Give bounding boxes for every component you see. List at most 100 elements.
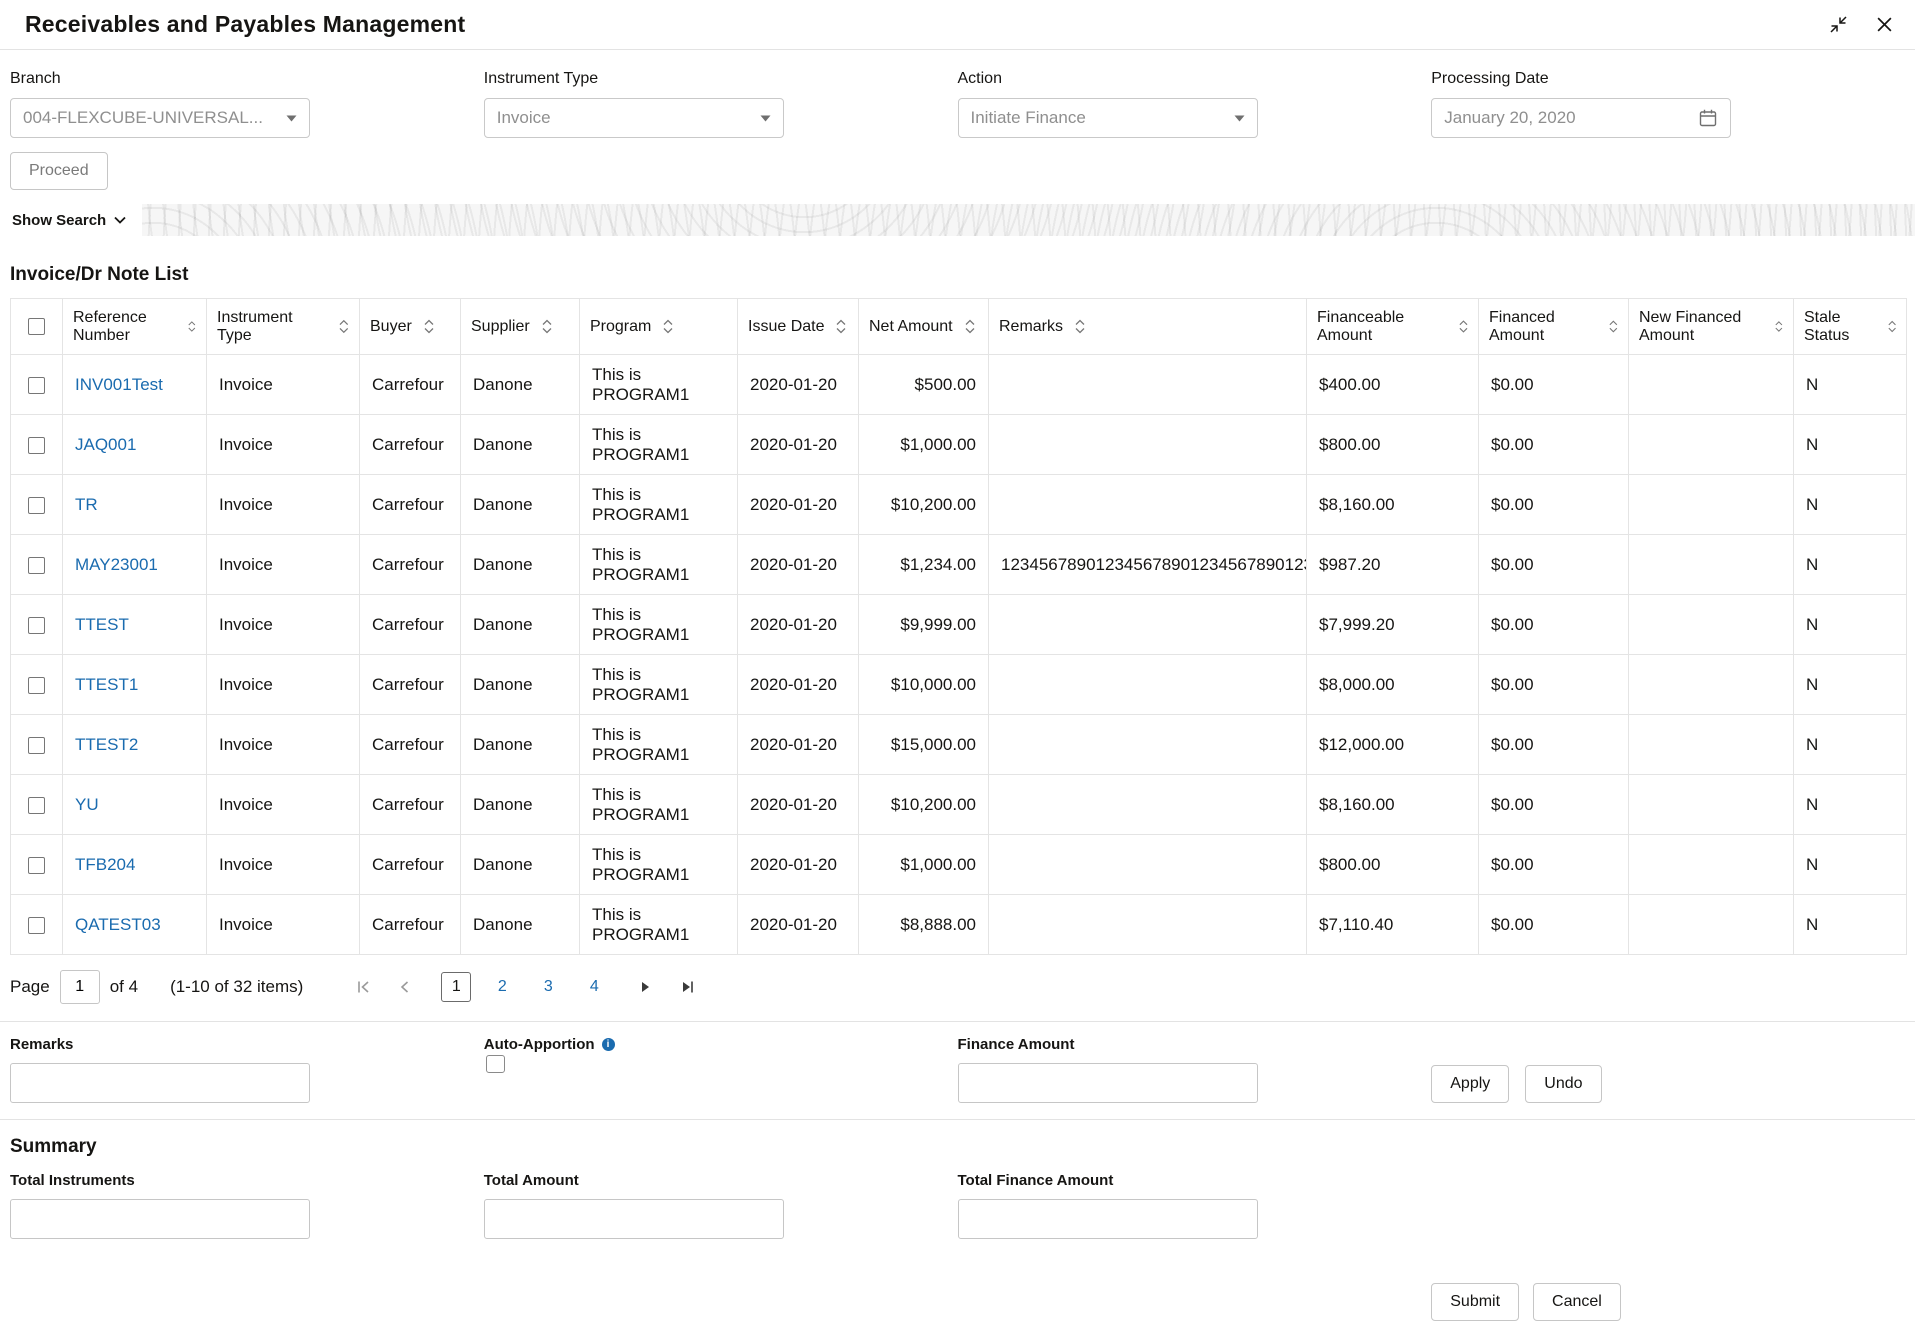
cell-new_financed_amount bbox=[1629, 715, 1794, 775]
sort-icon[interactable] bbox=[188, 319, 196, 334]
cell-buyer: Carrefour bbox=[360, 595, 461, 655]
page-button-4[interactable]: 4 bbox=[579, 972, 609, 1002]
sort-icon[interactable] bbox=[965, 319, 975, 334]
row-checkbox[interactable] bbox=[28, 797, 45, 814]
cell-net_amount: $8,888.00 bbox=[859, 895, 989, 955]
previous-page-icon[interactable] bbox=[393, 979, 417, 995]
row-checkbox[interactable] bbox=[28, 557, 45, 574]
row-checkbox[interactable] bbox=[28, 437, 45, 454]
row-checkbox[interactable] bbox=[28, 917, 45, 934]
column-header[interactable]: Remarks bbox=[989, 299, 1307, 355]
instrument-type-select[interactable]: Invoice bbox=[484, 98, 784, 138]
processing-date-input[interactable]: January 20, 2020 bbox=[1431, 98, 1731, 138]
reference-link[interactable]: TR bbox=[75, 495, 98, 514]
page-button-1[interactable]: 1 bbox=[441, 972, 471, 1002]
sort-icon[interactable] bbox=[663, 319, 673, 334]
row-checkbox[interactable] bbox=[28, 617, 45, 634]
row-checkbox[interactable] bbox=[28, 677, 45, 694]
reference-link[interactable]: JAQ001 bbox=[75, 435, 136, 454]
close-icon[interactable] bbox=[1876, 16, 1893, 33]
cell-net_amount: $1,000.00 bbox=[859, 835, 989, 895]
total-finance-amount-input[interactable] bbox=[958, 1199, 1258, 1239]
column-header[interactable]: Issue Date bbox=[738, 299, 859, 355]
column-header[interactable]: Reference Number bbox=[63, 299, 207, 355]
sort-icon[interactable] bbox=[542, 319, 552, 334]
cell-instrument_type: Invoice bbox=[207, 475, 360, 535]
reference-link[interactable]: INV001Test bbox=[75, 375, 163, 394]
calendar-icon[interactable] bbox=[1698, 108, 1718, 128]
reference-link[interactable]: QATEST03 bbox=[75, 915, 161, 934]
finance-amount-input[interactable] bbox=[958, 1063, 1258, 1103]
cell-instrument_type: Invoice bbox=[207, 655, 360, 715]
page-button-3[interactable]: 3 bbox=[533, 972, 563, 1002]
column-header[interactable]: New Financed Amount bbox=[1629, 299, 1794, 355]
apply-button[interactable]: Apply bbox=[1431, 1065, 1509, 1103]
row-checkbox[interactable] bbox=[28, 377, 45, 394]
column-header[interactable]: Financed Amount bbox=[1479, 299, 1629, 355]
reference-link[interactable]: MAY23001 bbox=[75, 555, 158, 574]
show-search-toggle[interactable]: Show Search bbox=[0, 204, 142, 236]
reference-link[interactable]: YU bbox=[75, 795, 99, 814]
next-page-icon[interactable] bbox=[633, 979, 657, 995]
column-header[interactable]: Net Amount bbox=[859, 299, 989, 355]
row-checkbox[interactable] bbox=[28, 857, 45, 874]
column-header[interactable]: Instrument Type bbox=[207, 299, 360, 355]
sort-icon[interactable] bbox=[424, 319, 434, 334]
cancel-button[interactable]: Cancel bbox=[1533, 1283, 1621, 1321]
page-number-input[interactable] bbox=[60, 970, 100, 1004]
sort-icon[interactable] bbox=[1888, 319, 1896, 334]
select-all-checkbox[interactable] bbox=[28, 318, 45, 335]
column-header[interactable]: Financeable Amount bbox=[1307, 299, 1479, 355]
column-header[interactable]: Stale Status bbox=[1794, 299, 1907, 355]
sort-icon[interactable] bbox=[1459, 319, 1468, 334]
column-label: Buyer bbox=[370, 318, 412, 336]
total-instruments-input[interactable] bbox=[10, 1199, 310, 1239]
sort-icon[interactable] bbox=[1775, 319, 1783, 334]
reference-link[interactable]: TTEST2 bbox=[75, 735, 138, 754]
cell-issue_date: 2020-01-20 bbox=[738, 535, 859, 595]
cell-financed_amount: $0.00 bbox=[1479, 655, 1629, 715]
remarks-input[interactable] bbox=[10, 1063, 310, 1103]
chevron-down-icon bbox=[286, 115, 297, 122]
sort-icon[interactable] bbox=[1075, 319, 1085, 334]
table-row: YUInvoiceCarrefourDanoneThis is PROGRAM1… bbox=[11, 775, 1907, 835]
info-icon[interactable] bbox=[602, 1038, 615, 1051]
cell-buyer: Carrefour bbox=[360, 895, 461, 955]
submit-button[interactable]: Submit bbox=[1431, 1283, 1519, 1321]
cell-issue_date: 2020-01-20 bbox=[738, 415, 859, 475]
cell-financeable_amount: $8,160.00 bbox=[1307, 775, 1479, 835]
row-select-cell bbox=[11, 895, 63, 955]
collapse-window-icon[interactable] bbox=[1829, 15, 1848, 34]
action-select[interactable]: Initiate Finance bbox=[958, 98, 1258, 138]
page-of-label: of 4 bbox=[110, 977, 138, 997]
total-amount-input[interactable] bbox=[484, 1199, 784, 1239]
cell-new_financed_amount bbox=[1629, 535, 1794, 595]
row-checkbox[interactable] bbox=[28, 497, 45, 514]
reference-link[interactable]: TFB204 bbox=[75, 855, 135, 874]
reference-link[interactable]: TTEST bbox=[75, 615, 129, 634]
cell-issue_date: 2020-01-20 bbox=[738, 655, 859, 715]
sort-icon[interactable] bbox=[1609, 319, 1618, 334]
column-header[interactable]: Buyer bbox=[360, 299, 461, 355]
branch-select[interactable]: 004-FLEXCUBE-UNIVERSAL... bbox=[10, 98, 310, 138]
first-page-icon[interactable] bbox=[351, 979, 375, 995]
chevron-down-icon bbox=[1234, 115, 1245, 122]
summary-title: Summary bbox=[10, 1136, 1905, 1158]
cell-financeable_amount: $8,160.00 bbox=[1307, 475, 1479, 535]
proceed-button[interactable]: Proceed bbox=[10, 152, 108, 190]
sort-icon[interactable] bbox=[836, 319, 846, 334]
cell-reference: YU bbox=[63, 775, 207, 835]
undo-button[interactable]: Undo bbox=[1525, 1065, 1601, 1103]
total-finance-amount-label: Total Finance Amount bbox=[958, 1172, 1432, 1189]
sort-icon[interactable] bbox=[339, 319, 349, 334]
page-button-2[interactable]: 2 bbox=[487, 972, 517, 1002]
column-header[interactable]: Supplier bbox=[461, 299, 580, 355]
reference-link[interactable]: TTEST1 bbox=[75, 675, 138, 694]
row-checkbox[interactable] bbox=[28, 737, 45, 754]
cell-new_financed_amount bbox=[1629, 595, 1794, 655]
total-instruments-field: Total Instruments bbox=[10, 1172, 484, 1239]
cell-instrument_type: Invoice bbox=[207, 535, 360, 595]
last-page-icon[interactable] bbox=[675, 979, 699, 995]
cell-reference: TTEST bbox=[63, 595, 207, 655]
column-header[interactable]: Program bbox=[580, 299, 738, 355]
